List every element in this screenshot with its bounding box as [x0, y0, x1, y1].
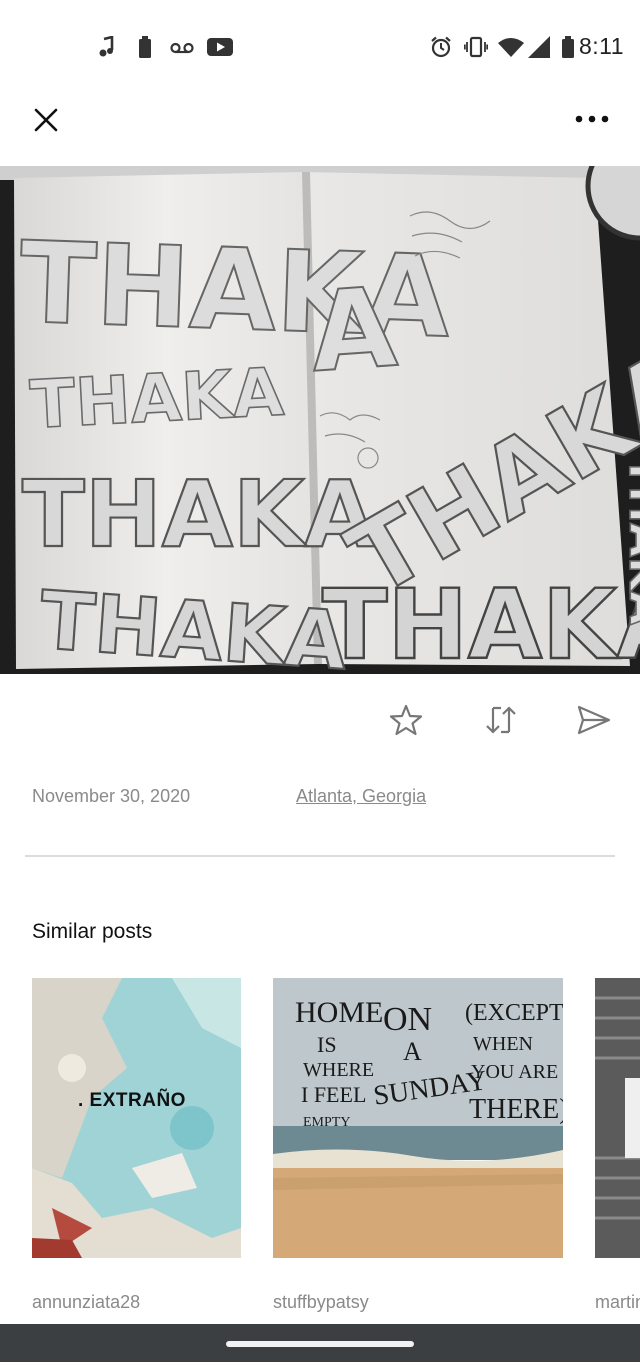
svg-text:IS: IS — [317, 1032, 337, 1057]
svg-text:THAKA: THAKA — [22, 461, 375, 568]
similar-post-thumbnail: . EXTRAÑO — [32, 978, 241, 1258]
alarm-icon — [431, 36, 451, 58]
similar-post-username[interactable]: stuffbypatsy — [273, 1292, 369, 1313]
svg-text:ON: ON — [383, 1001, 432, 1038]
similar-post-thumbnail: HOME ON (EXCEPT IS A WHEN WHERE SUNDAY Y… — [273, 978, 563, 1258]
svg-text:THAKA: THAKA — [28, 354, 285, 444]
post-photo[interactable]: THAKA THAKA THAKA THAKA A THAKA THAKA TH… — [0, 166, 640, 674]
similar-posts-title: Similar posts — [32, 920, 153, 943]
svg-text:A: A — [307, 263, 401, 397]
divider — [25, 855, 615, 857]
thumbnail-caption: . EXTRAÑO — [78, 1090, 186, 1111]
svg-text:THERE): THERE) — [469, 1094, 563, 1125]
svg-text:A: A — [403, 1037, 422, 1066]
music-note-icon — [99, 36, 114, 57]
similar-posts-carousel[interactable]: . EXTRAÑO annunziata28 HOME ON (EXCEPT I… — [0, 978, 640, 1318]
more-options-button[interactable] — [572, 104, 612, 134]
svg-text:THAKA: THAKA — [619, 456, 640, 625]
similar-post-card[interactable]: HOME ON (EXCEPT IS A WHEN WHERE SUNDAY Y… — [273, 978, 563, 1318]
sketchbook-image: THAKA THAKA THAKA THAKA A THAKA THAKA TH… — [0, 166, 640, 674]
star-icon — [389, 704, 423, 736]
svg-text:THAKA: THAKA — [322, 569, 640, 674]
battery-saver-icon — [139, 36, 151, 58]
battery-icon — [562, 36, 574, 58]
system-nav-bar — [0, 1324, 640, 1362]
similar-post-username[interactable]: martinez — [595, 1292, 640, 1313]
top-bar — [0, 96, 640, 166]
svg-text:WHEN: WHEN — [473, 1033, 533, 1055]
status-bar: 8:11 — [0, 0, 640, 96]
home-gesture-handle[interactable] — [226, 1341, 414, 1347]
close-icon — [34, 108, 58, 132]
post-date: November 30, 2020 — [32, 786, 191, 806]
share-button[interactable] — [573, 700, 613, 740]
post-location-link[interactable]: Atlanta, Georgia — [296, 786, 426, 807]
post-actions — [0, 690, 640, 754]
send-icon — [577, 705, 611, 735]
voicemail-icon — [170, 42, 194, 54]
more-horizontal-icon — [575, 115, 609, 123]
repost-icon — [486, 706, 516, 734]
close-button[interactable] — [28, 102, 64, 138]
svg-text:EMPTY: EMPTY — [303, 1115, 350, 1130]
similar-post-username[interactable]: annunziata28 — [32, 1292, 140, 1313]
svg-text:HOME: HOME — [295, 996, 383, 1029]
svg-text:I FEEL: I FEEL — [301, 1082, 366, 1107]
svg-text:YOU ARE: YOU ARE — [471, 1061, 558, 1083]
similar-post-card[interactable]: . EXTRAÑO annunziata28 — [32, 978, 241, 1318]
svg-text:WHERE: WHERE — [303, 1059, 374, 1081]
repost-button[interactable] — [481, 700, 521, 740]
vibrate-icon — [464, 36, 488, 58]
status-time: 8:11 — [578, 33, 624, 59]
favorite-button[interactable] — [386, 700, 426, 740]
similar-post-card[interactable]: martinez — [595, 978, 640, 1318]
post-meta: November 30, 2020 Atlanta, Georgia — [0, 782, 640, 812]
youtube-icon — [207, 38, 233, 56]
wifi-icon — [498, 38, 524, 57]
signal-icon — [528, 36, 550, 58]
similar-post-thumbnail — [595, 978, 640, 1258]
svg-text:(EXCEPT: (EXCEPT — [465, 1000, 563, 1026]
